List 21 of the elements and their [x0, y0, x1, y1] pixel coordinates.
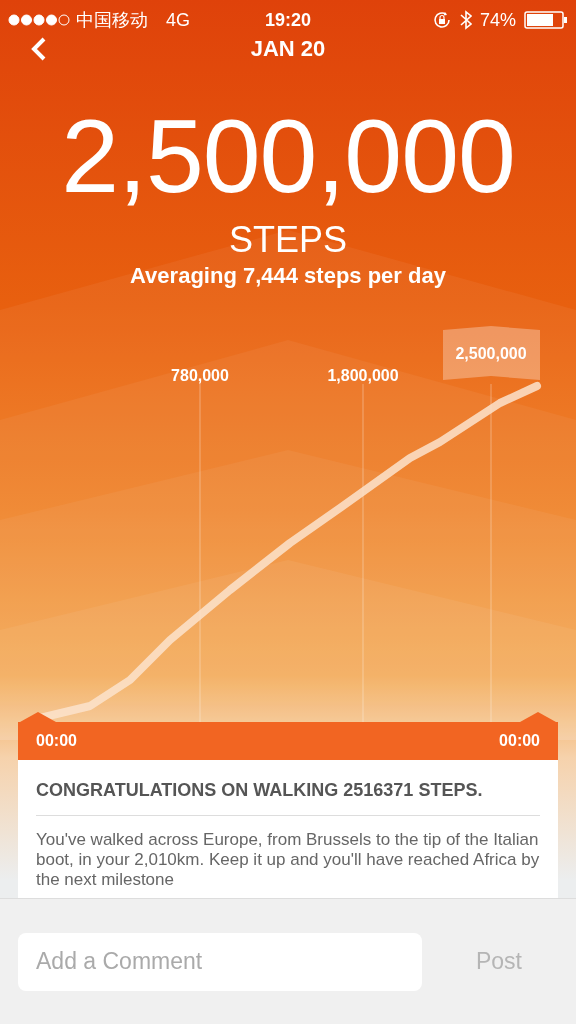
daily-average: Averaging 7,444 steps per day	[130, 262, 446, 290]
milestone-label: 2,500,000	[455, 345, 527, 362]
network-type: 4G	[166, 8, 190, 32]
comment-field[interactable]: Add a Comment	[18, 932, 422, 991]
carrier-name: 中国移动	[76, 8, 148, 32]
rotation-lock-icon	[431, 10, 452, 30]
steps-unit: STEPS	[228, 220, 347, 260]
range-end-time: 00:00	[499, 731, 540, 751]
status-time: 19:20	[265, 8, 311, 32]
card-title: CONGRATULATIONS ON WALKING 2516371 STEPS.	[36, 780, 484, 801]
signal-strength-icon	[8, 14, 70, 26]
battery-percentage: 74%	[479, 8, 516, 32]
milestone-label: 1,800,000	[327, 367, 399, 384]
milestone-label: 780,000	[171, 367, 229, 384]
card-message: You've walked across Europe, from Brussels to the tip of the Italian boot, in your 2,010km. Keep it up and you'll have reached Africa by the next milestone	[36, 830, 540, 890]
bluetooth-icon	[459, 10, 472, 30]
range-start-time: 00:00	[36, 731, 77, 751]
total-steps: 2,500,000	[61, 104, 515, 208]
date-title: JAN 20	[250, 34, 326, 63]
back-chevron-icon	[29, 36, 47, 62]
battery-icon	[524, 10, 568, 30]
